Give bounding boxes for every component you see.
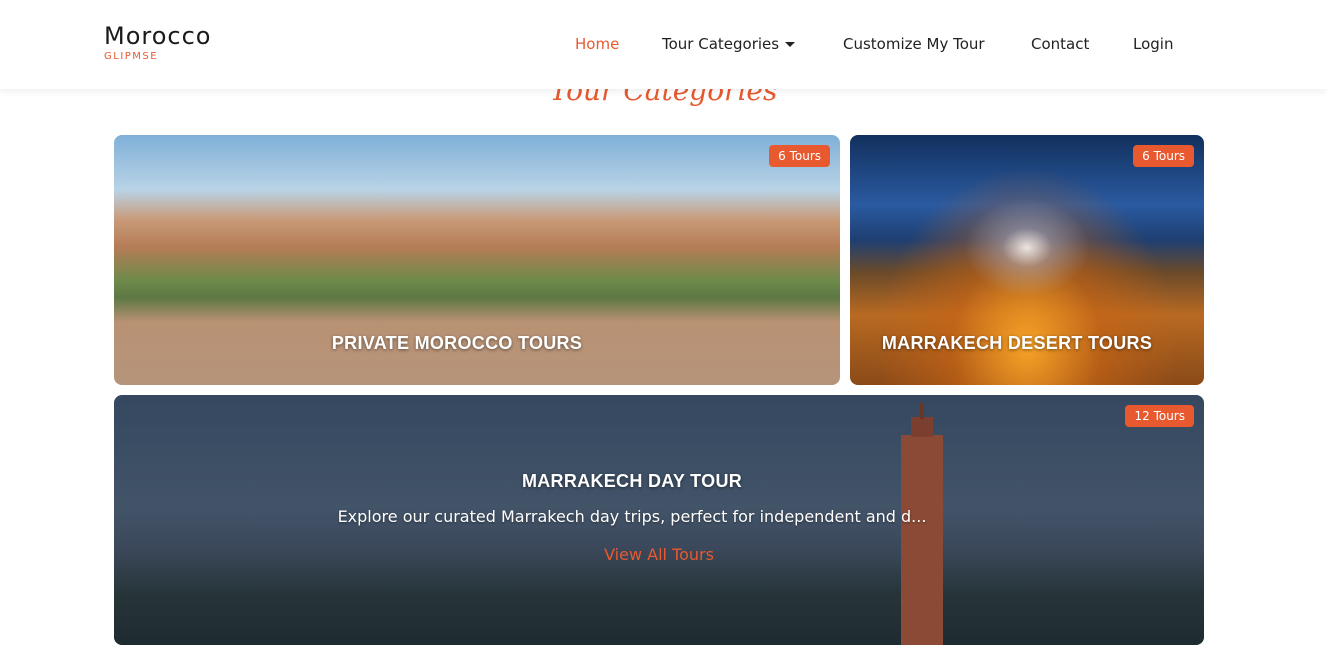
- category-card-marrakech-day-tour[interactable]: 12 Tours MARRAKECH DAY TOUR Explore our …: [114, 395, 1204, 645]
- brand-name: Morocco: [104, 22, 212, 50]
- nav-contact[interactable]: Contact: [1031, 34, 1089, 54]
- nav-login[interactable]: Login: [1133, 34, 1173, 54]
- nav-tour-categories[interactable]: Tour Categories: [662, 34, 796, 54]
- card-title: MARRAKECH DAY TOUR: [521, 471, 743, 491]
- minaret-spire-shape: [920, 403, 924, 419]
- tour-count-badge: 6 Tours: [1133, 145, 1194, 167]
- chevron-down-icon: [785, 42, 796, 47]
- nav-customize-my-tour[interactable]: Customize My Tour: [843, 34, 985, 54]
- minaret-shape: [901, 435, 943, 645]
- minaret-top-shape: [911, 417, 933, 437]
- card-title: MARRAKECH DESERT TOURS: [881, 333, 1153, 353]
- card-title: PRIVATE MOROCCO TOURS: [331, 333, 583, 353]
- brand-logo[interactable]: Morocco GLIPMSE: [104, 22, 212, 64]
- site-header: Morocco GLIPMSE Home Tour Categories Cus…: [0, 0, 1327, 89]
- brand-tagline: GLIPMSE: [104, 51, 159, 62]
- nav-home[interactable]: Home: [575, 34, 619, 54]
- category-card-marrakech-desert-tours[interactable]: 6 Tours MARRAKECH DESERT TOURS: [850, 135, 1204, 385]
- category-card-private-morocco-tours[interactable]: 6 Tours PRIVATE MOROCCO TOURS: [114, 135, 840, 385]
- view-all-tours-link[interactable]: View All Tours: [114, 545, 1204, 564]
- tour-count-badge: 6 Tours: [769, 145, 830, 167]
- tour-count-badge: 12 Tours: [1125, 405, 1194, 427]
- nav-tour-categories-label: Tour Categories: [662, 35, 780, 53]
- card-description: Explore our curated Marrakech day trips,…: [337, 507, 927, 526]
